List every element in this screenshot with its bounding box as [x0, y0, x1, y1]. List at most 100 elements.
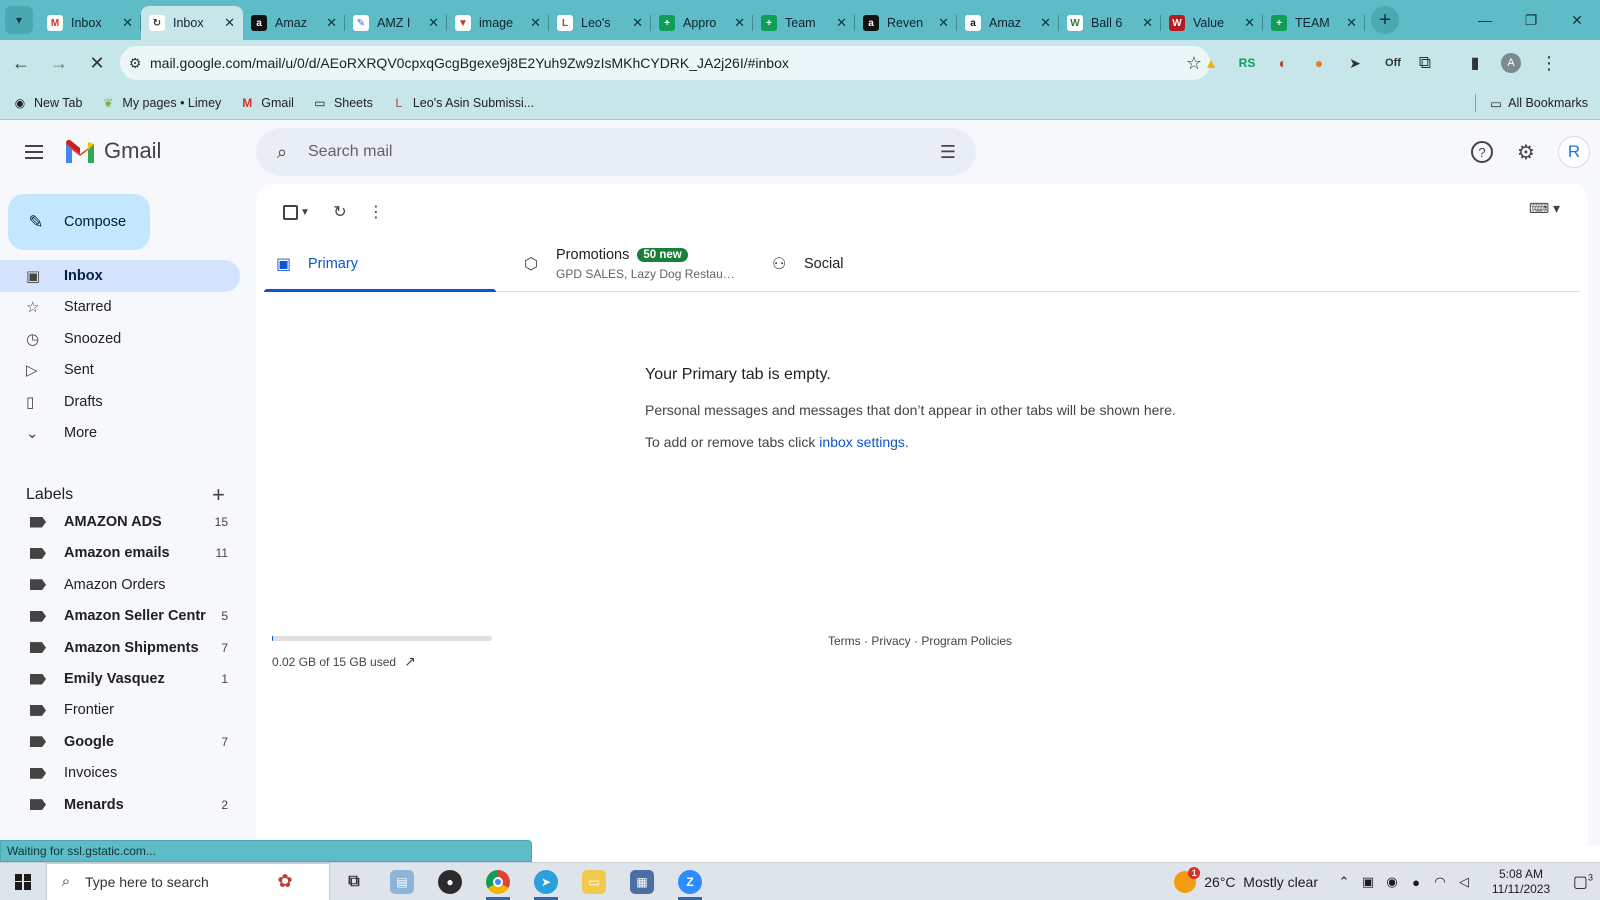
taskbar-app-notes[interactable]: ▤ [378, 863, 426, 900]
label-item[interactable]: Frontier [0, 694, 240, 726]
browser-tab[interactable]: + Team ✕ [753, 6, 855, 40]
browser-tab[interactable]: a Amaz ✕ [243, 6, 345, 40]
taskbar-search-input[interactable] [85, 873, 255, 890]
footer-links[interactable]: Terms · Privacy · Program Policies [828, 634, 1012, 648]
browser-tab[interactable]: ▼ image ✕ [447, 6, 549, 40]
forward-button[interactable]: → [42, 46, 76, 80]
restore-icon[interactable]: ❐ [1508, 0, 1554, 40]
settings-gear-icon[interactable]: ⚙ [1510, 136, 1542, 168]
extensions-puzzle-icon[interactable]: ⧉ [1410, 48, 1440, 78]
address-bar[interactable]: ⚙ mail.google.com/mail/u/0/d/AEoRXRQV0cp… [120, 46, 1210, 80]
wifi-icon[interactable]: ◠ [1429, 874, 1451, 890]
close-tab-icon[interactable]: ✕ [122, 15, 133, 31]
clock[interactable]: 5:08 AM 11/11/2023 [1482, 867, 1560, 897]
sidebar-item-starred[interactable]: ☆ Starred [0, 291, 240, 323]
search-input[interactable] [308, 143, 920, 161]
task-view-button[interactable]: ⧉ [330, 863, 378, 900]
label-item[interactable]: Google 7 [0, 726, 240, 758]
close-tab-icon[interactable]: ✕ [224, 15, 235, 31]
bookmark-my-pages[interactable]: ❦ My pages • Limey [100, 95, 221, 111]
browser-tab[interactable]: a Reven ✕ [855, 6, 957, 40]
search-options-icon[interactable]: ☰ [920, 142, 976, 163]
inbox-settings-link[interactable]: inbox settings [819, 434, 905, 450]
browser-tab[interactable]: ✎ AMZ I ✕ [345, 6, 447, 40]
minimize-icon[interactable]: — [1462, 0, 1508, 40]
stop-loading-button[interactable]: ✕ [80, 46, 114, 80]
main-menu-icon[interactable] [22, 140, 46, 164]
close-tab-icon[interactable]: ✕ [632, 15, 643, 31]
label-item[interactable]: Amazon emails 11 [0, 537, 240, 569]
label-item[interactable]: Emily Vasquez 1 [0, 663, 240, 695]
taskbar-app-calculator[interactable]: ▦ [618, 863, 666, 900]
close-tab-icon[interactable]: ✕ [938, 15, 949, 31]
meet-now-icon[interactable]: ▣ [1357, 874, 1379, 890]
close-tab-icon[interactable]: ✕ [1346, 15, 1357, 31]
close-tab-icon[interactable]: ✕ [428, 15, 439, 31]
close-tab-icon[interactable]: ✕ [1040, 15, 1051, 31]
close-tab-icon[interactable]: ✕ [326, 15, 337, 31]
weather-widget[interactable]: 1 26°C Mostly clear [1174, 867, 1318, 893]
extension-rs-icon[interactable]: RS [1232, 48, 1262, 78]
taskbar-app-chrome[interactable] [474, 863, 522, 900]
taskbar-search[interactable]: ⌕ ✿ [46, 862, 330, 900]
close-window-icon[interactable]: ✕ [1554, 0, 1600, 40]
taskbar-app-explorer[interactable]: ▭ [570, 863, 618, 900]
label-item[interactable]: AMAZON ADS 15 [0, 506, 240, 538]
gmail-logo[interactable]: Gmail [64, 138, 161, 164]
extension-off-icon[interactable]: Off [1378, 48, 1408, 78]
browser-tab[interactable]: a Amaz ✕ [957, 6, 1059, 40]
side-panel-icon[interactable]: ▮ [1460, 48, 1490, 78]
tab-social[interactable]: ⚇ Social [760, 236, 992, 292]
taskbar-app-telegram[interactable]: ➤ [522, 863, 570, 900]
volume-icon[interactable]: ◁ [1453, 874, 1475, 890]
bookmark-new-tab[interactable]: ◉ New Tab [12, 95, 83, 111]
browser-tab[interactable]: W Ball 6 ✕ [1059, 6, 1161, 40]
label-item[interactable]: Amazon Seller Centr 5 [0, 600, 240, 632]
browser-menu-icon[interactable]: ⋮ [1534, 48, 1564, 78]
start-button[interactable] [0, 863, 46, 900]
close-tab-icon[interactable]: ✕ [530, 15, 541, 31]
refresh-icon[interactable]: ↻ [322, 194, 358, 230]
open-external-icon[interactable]: ↗ [404, 653, 416, 670]
profile-icon[interactable]: A [1496, 48, 1526, 78]
bookmark-sheets[interactable]: ▭ Sheets [312, 95, 373, 111]
label-item[interactable]: Invoices [0, 757, 240, 789]
sidebar-item-sent[interactable]: ▷ Sent [0, 354, 240, 386]
camera-off-icon[interactable]: ◉ [1381, 874, 1403, 890]
browser-tab[interactable]: L Leo's ✕ [549, 6, 651, 40]
browser-tab[interactable]: + TEAM ✕ [1263, 6, 1365, 40]
select-dropdown-icon[interactable]: ▼ [298, 194, 312, 230]
compose-button[interactable]: ✎ Compose [8, 194, 150, 250]
all-bookmarks[interactable]: ▭ All Bookmarks [1475, 94, 1588, 112]
sidebar-item-snoozed[interactable]: ◷ Snoozed [0, 323, 240, 355]
microphone-icon[interactable]: ● [1405, 875, 1427, 890]
extension-drive-icon[interactable]: ▲ [1196, 48, 1226, 78]
bookmark-leos-asin[interactable]: L Leo's Asin Submissi... [391, 95, 535, 111]
site-info-icon[interactable]: ⚙ [120, 55, 150, 72]
close-tab-icon[interactable]: ✕ [734, 15, 745, 31]
extension-arrow-icon[interactable]: ➤ [1340, 48, 1370, 78]
extension-circle-icon[interactable]: ● [1304, 48, 1334, 78]
sidebar-item-more[interactable]: ⌄ More [0, 417, 240, 449]
tab-primary[interactable]: ▣ Primary [264, 236, 496, 292]
browser-tab[interactable]: M Inbox ✕ [39, 6, 141, 40]
new-tab-button[interactable]: + [1371, 6, 1399, 34]
add-label-icon[interactable]: + [212, 482, 225, 508]
browser-tab[interactable]: ↻ Inbox ✕ [141, 6, 243, 40]
tab-promotions[interactable]: ⬡ Promotions 50 new GPD SALES, Lazy Dog … [512, 236, 752, 292]
label-item[interactable]: Amazon Orders [0, 569, 240, 601]
help-icon[interactable]: ? [1466, 136, 1498, 168]
chevron-up-icon[interactable]: ⌃ [1333, 874, 1355, 890]
close-tab-icon[interactable]: ✕ [1244, 15, 1255, 31]
notifications-icon[interactable]: ▢3 [1566, 872, 1600, 892]
bookmark-gmail[interactable]: M Gmail [239, 95, 294, 111]
search-icon[interactable]: ⌕ [256, 142, 308, 163]
more-options-icon[interactable]: ⋮ [358, 194, 394, 230]
browser-tab[interactable]: W Value ✕ [1161, 6, 1263, 40]
back-button[interactable]: ← [4, 46, 38, 80]
account-avatar[interactable]: R [1558, 136, 1590, 168]
tab-search-button[interactable]: ▾ [5, 6, 33, 34]
sidebar-item-inbox[interactable]: ▣ Inbox [0, 260, 240, 292]
taskbar-app-recorder[interactable]: ● [426, 863, 474, 900]
close-tab-icon[interactable]: ✕ [836, 15, 847, 31]
